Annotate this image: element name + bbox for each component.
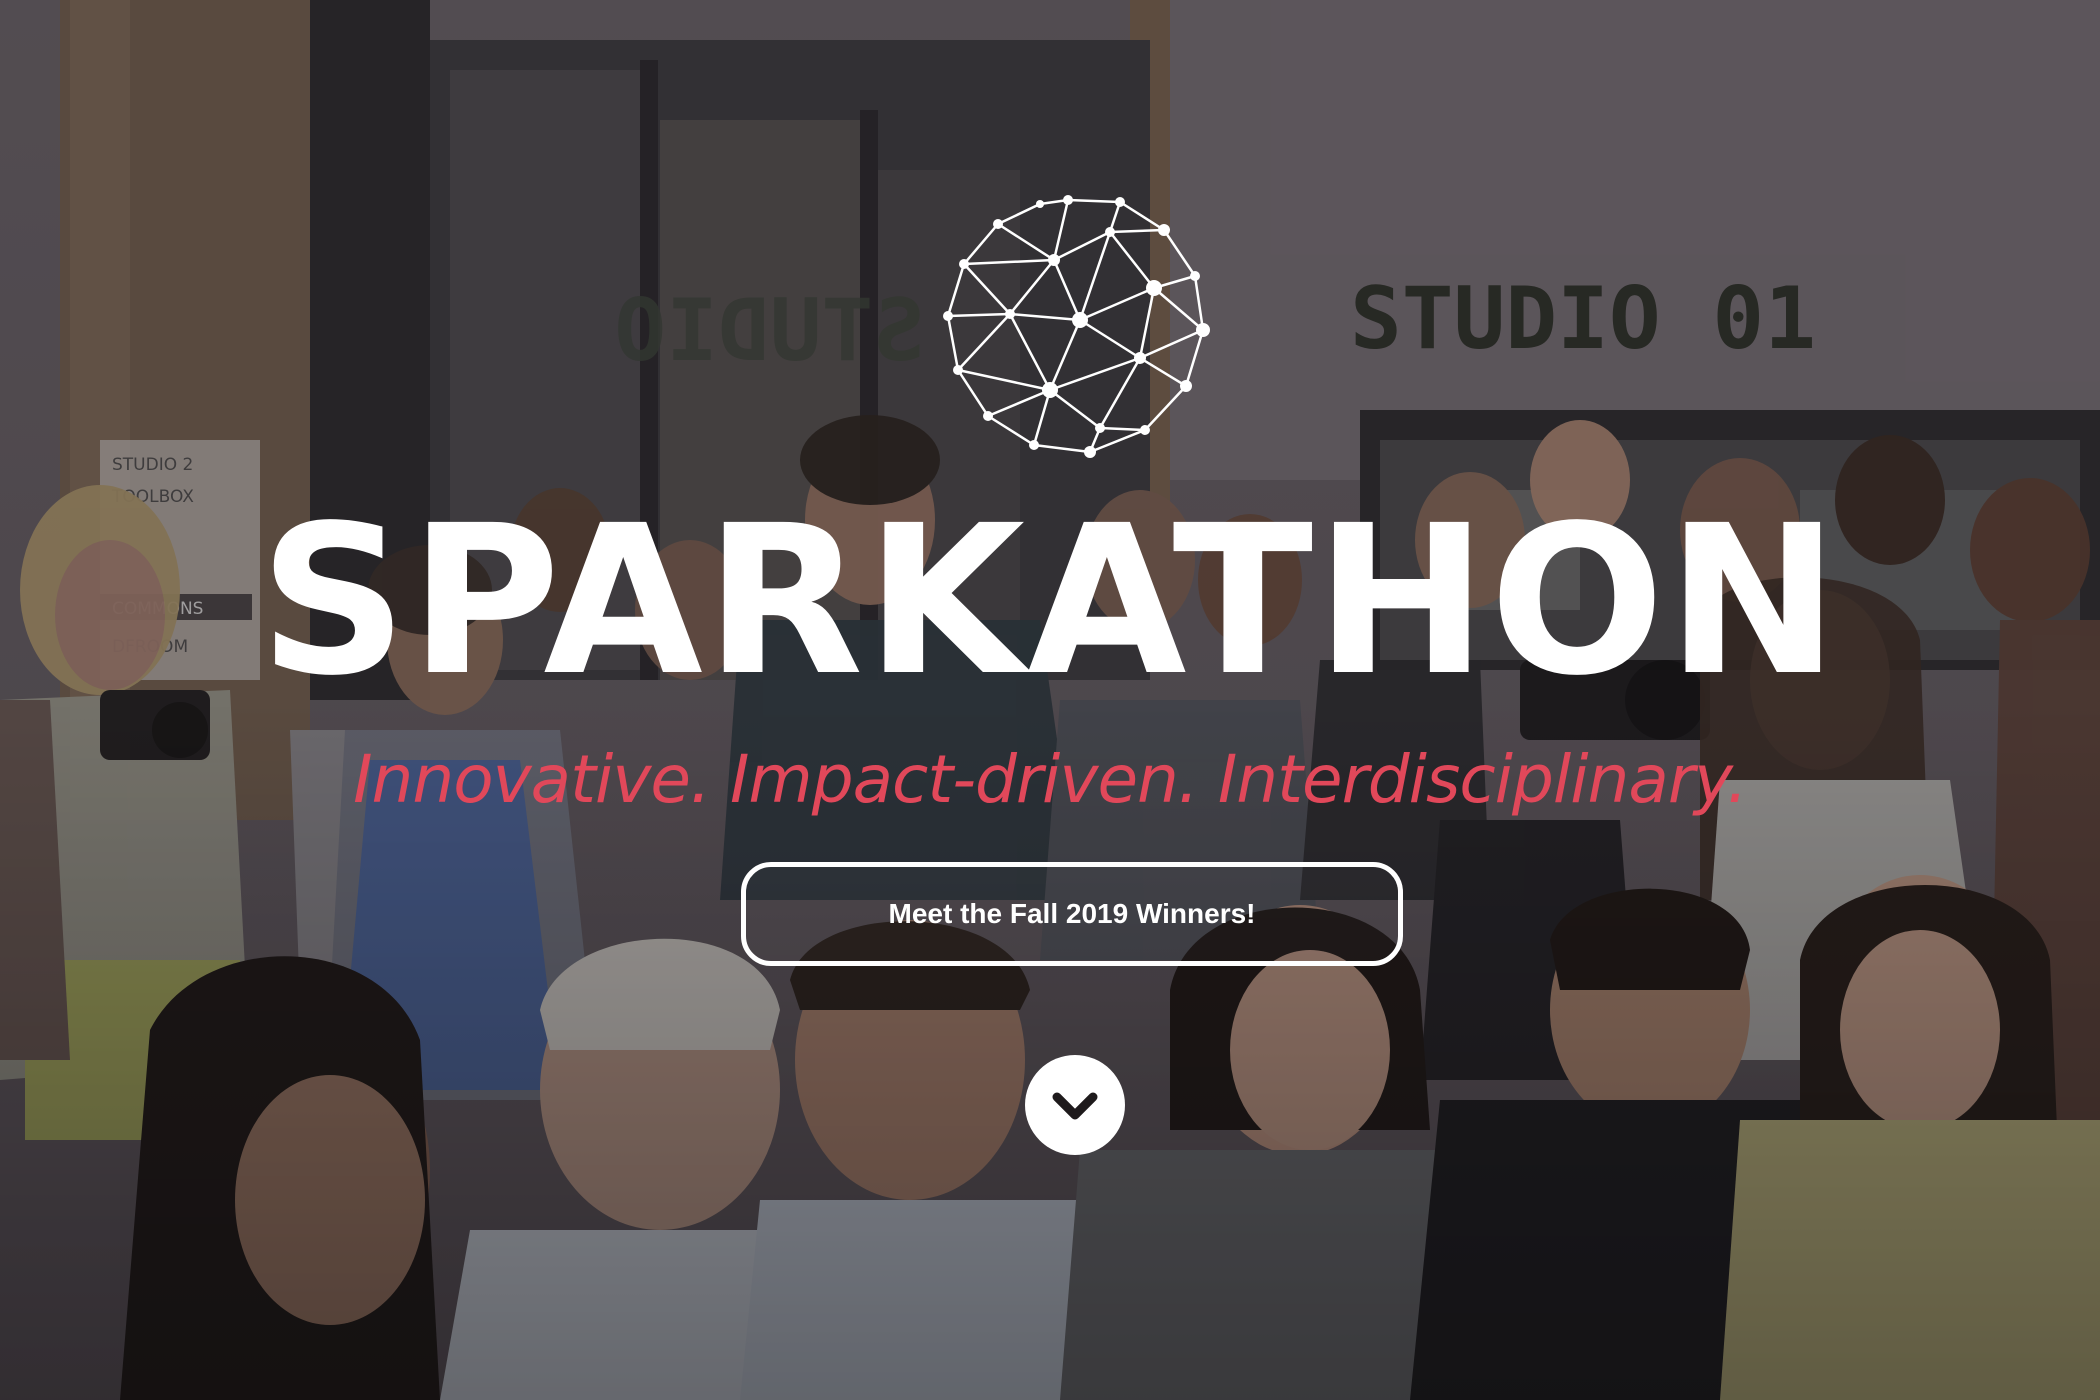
brand-title: SPARKATHON [259, 481, 1841, 721]
meet-winners-button-label: Meet the Fall 2019 Winners! [888, 898, 1256, 929]
scroll-down-button[interactable] [1025, 1055, 1125, 1155]
meet-winners-button[interactable]: Meet the Fall 2019 Winners! [741, 862, 1403, 966]
tagline: Innovative. Impact-driven. Interdiscipli… [353, 741, 1748, 818]
geodesic-sphere-icon [940, 190, 1210, 460]
hero-section: STUDIO 01 STUDIO STUDIO 2 TOOLBOX COMMON… [0, 0, 2100, 1400]
chevron-down-icon [1052, 1092, 1098, 1120]
